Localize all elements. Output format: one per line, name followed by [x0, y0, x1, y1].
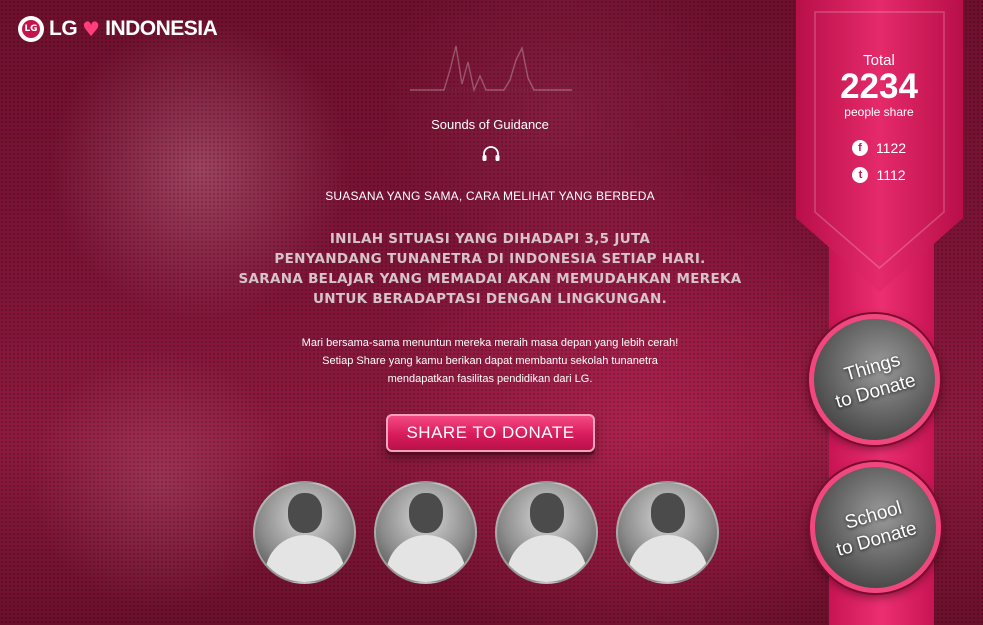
situation-text: INILAH SITUASI YANG DIHADAPI 3,5 JUTA PE…	[180, 229, 800, 309]
lg-indonesia-logo[interactable]: LG LG ♥ INDONESIA	[18, 16, 218, 42]
situation-line: SARANA BELAJAR YANG MEMADAI AKAN MEMUDAH…	[238, 271, 742, 287]
twitter-icon: t	[852, 167, 869, 183]
heart-icon: ♥	[82, 17, 101, 41]
invite-line: mendapatkan fasilitas pendidikan dari LG…	[387, 373, 593, 385]
headphones-icon	[482, 146, 500, 161]
student-photo[interactable]	[253, 481, 356, 584]
campaign-tagline: SUASANA YANG SAMA, CARA MELIHAT YANG BER…	[325, 189, 655, 203]
facebook-shares: f 1122	[815, 140, 943, 156]
facebook-icon: f	[851, 140, 868, 156]
logo-country-text: INDONESIA	[105, 17, 218, 40]
twitter-shares: t 1112	[815, 167, 943, 183]
invite-text: Mari bersama-sama menuntun mereka meraih…	[180, 334, 800, 388]
things-to-donate-button[interactable]: Things to Donate	[809, 314, 940, 445]
student-photo[interactable]	[616, 481, 719, 584]
student-photo[interactable]	[495, 481, 598, 584]
situation-line: PENYANDANG TUNANETRA DI INDONESIA SETIAP…	[274, 251, 706, 267]
total-caption: people share	[844, 105, 914, 119]
total-count: 2234	[840, 67, 918, 106]
share-stats: Total 2234 people share f 1122 t 1112	[815, 52, 943, 183]
situation-line: UNTUK BERADAPTASI DENGAN LINGKUNGAN.	[312, 291, 668, 307]
logo-brand-text: LG	[49, 17, 78, 40]
twitter-count: 1112	[876, 167, 906, 183]
situation-line: INILAH SITUASI YANG DIHADAPI 3,5 JUTA	[329, 231, 651, 247]
student-photos	[253, 481, 719, 584]
school-to-donate-button[interactable]: School to Donate	[810, 462, 941, 593]
facebook-count: 1122	[875, 140, 907, 156]
invite-line: Setiap Share yang kamu berikan dapat mem…	[322, 355, 658, 367]
share-to-donate-button[interactable]: SHARE TO DONATE	[386, 414, 595, 452]
student-photo[interactable]	[374, 481, 477, 584]
invite-line: Mari bersama-sama menuntun mereka meraih…	[301, 337, 679, 349]
waveform-icon	[410, 45, 572, 93]
lg-logo-icon: LG	[18, 16, 44, 42]
campaign-title: Sounds of Guidance	[431, 117, 549, 132]
